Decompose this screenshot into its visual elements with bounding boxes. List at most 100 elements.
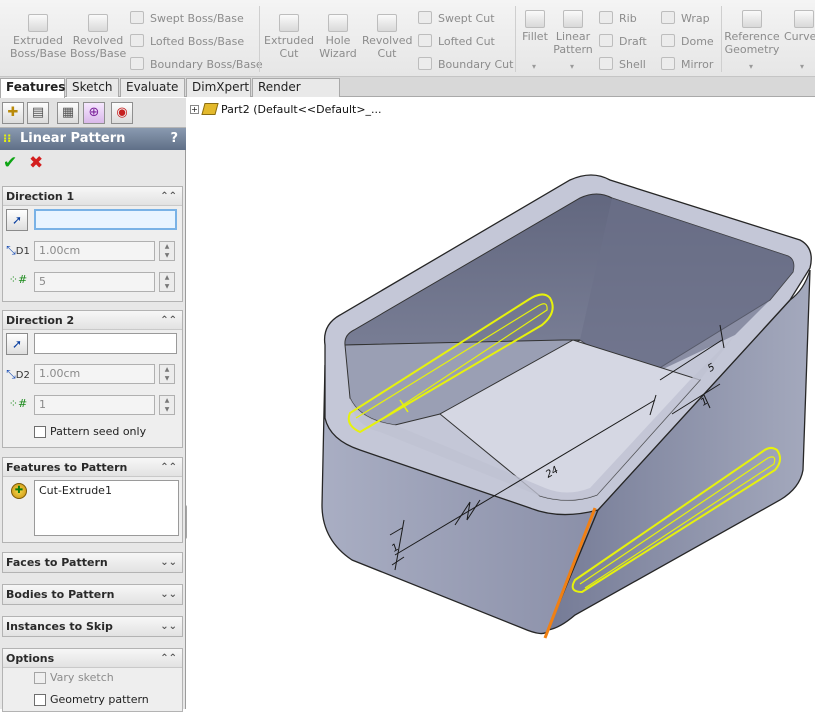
dimxpert-manager-icon[interactable]: ⊕ xyxy=(83,102,105,124)
faces-to-pattern-header[interactable]: Faces to Pattern ⌄⌄ xyxy=(3,553,182,572)
tab-sketch[interactable]: Sketch xyxy=(66,78,119,97)
expand-icon[interactable]: ⌄⌄ xyxy=(160,553,177,572)
panel-title-bar: ⁝⁝ Linear Pattern ? xyxy=(0,128,186,150)
options-header[interactable]: Options ⌃⌃ xyxy=(3,649,182,668)
instances-to-skip-header[interactable]: Instances to Skip ⌄⌄ xyxy=(3,617,182,636)
direction-2-instances-spinner[interactable]: ▲ ▼ xyxy=(159,395,175,415)
shell-button[interactable]: Shell xyxy=(599,57,646,72)
bodies-to-pattern-group: Bodies to Pattern ⌄⌄ xyxy=(2,584,183,605)
curves-icon xyxy=(794,10,814,28)
lofted-boss-button[interactable]: Lofted Boss/Base xyxy=(130,34,244,49)
lofted-cut-button[interactable]: Lofted Cut xyxy=(418,34,495,49)
features-to-pattern-header[interactable]: Features to Pattern ⌃⌃ xyxy=(3,458,182,477)
bodies-to-pattern-header[interactable]: Bodies to Pattern ⌄⌄ xyxy=(3,585,182,604)
collapse-icon[interactable]: ⌃⌃ xyxy=(160,649,177,668)
reference-geometry-button[interactable]: Reference Geometry xyxy=(724,10,780,56)
swept-cut-button[interactable]: Swept Cut xyxy=(418,11,495,26)
rib-button[interactable]: Rib xyxy=(599,11,637,26)
direction-2-reverse-button[interactable]: ➚ xyxy=(6,333,28,355)
faces-to-pattern-group: Faces to Pattern ⌄⌄ xyxy=(2,552,183,573)
direction-2-reference-field[interactable] xyxy=(34,333,177,354)
display-manager-icon[interactable]: ◉ xyxy=(111,102,133,124)
direction-2-header[interactable]: Direction 2 ⌃⌃ xyxy=(3,311,182,330)
boundary-cut-button[interactable]: Boundary Cut xyxy=(418,57,513,72)
boundary-boss-button[interactable]: Boundary Boss/Base xyxy=(130,57,263,72)
cancel-button[interactable]: ✖ xyxy=(29,154,43,172)
property-manager: ✚ ▤ ▦ ⊕ ◉ ⁝⁝ Linear Pattern ? ✔ ✖ Direct… xyxy=(0,98,186,712)
property-manager-icon[interactable]: ▤ xyxy=(27,102,49,124)
collapse-icon[interactable]: ⌃⌃ xyxy=(160,187,177,206)
draft-button[interactable]: Draft xyxy=(599,34,647,49)
revolved-cut-icon xyxy=(377,14,397,32)
direction-1-header[interactable]: Direction 1 ⌃⌃ xyxy=(3,187,182,206)
boundary-cut-icon xyxy=(418,57,432,70)
expand-icon[interactable]: ⌄⌄ xyxy=(160,585,177,604)
direction-1-reference-field[interactable] xyxy=(34,209,177,230)
curves-button[interactable]: Curves xyxy=(784,10,815,43)
feature-tree-icon[interactable]: ✚ xyxy=(2,102,24,124)
features-selection-icon: ✚ xyxy=(11,483,27,499)
tab-render-tools[interactable]: Render Tools xyxy=(252,78,340,111)
curves-dropdown-icon[interactable]: ▾ xyxy=(800,62,804,71)
wrap-button[interactable]: Wrap xyxy=(661,11,710,26)
reference-geometry-dropdown-icon[interactable]: ▾ xyxy=(749,62,753,71)
revolved-boss-icon xyxy=(88,14,108,32)
distance-icon: ⤡D2 xyxy=(6,367,30,381)
hole-wizard-icon xyxy=(328,14,348,32)
toolbar-separator xyxy=(259,6,260,72)
geometry-pattern-checkbox[interactable] xyxy=(34,694,46,706)
direction-1-instances-spinner[interactable]: ▲ ▼ xyxy=(159,272,175,292)
swept-boss-button[interactable]: Swept Boss/Base xyxy=(130,11,244,26)
mirror-button[interactable]: Mirror xyxy=(661,57,713,72)
shell-icon xyxy=(599,57,613,70)
extruded-boss-button[interactable]: Extruded Boss/Base xyxy=(10,14,66,60)
linear-pattern-icon xyxy=(563,10,583,28)
help-button[interactable]: ? xyxy=(170,128,178,150)
fillet-dropdown-icon[interactable]: ▾ xyxy=(532,62,536,71)
rib-icon xyxy=(599,11,613,24)
pattern-seed-only-checkbox[interactable] xyxy=(34,426,46,438)
tab-dimxpert[interactable]: DimXpert xyxy=(186,78,251,97)
extruded-cut-icon xyxy=(279,14,299,32)
tab-features[interactable]: Features xyxy=(0,78,65,98)
fillet-button[interactable]: Fillet xyxy=(519,10,551,43)
reference-geometry-icon xyxy=(742,10,762,28)
graphics-area[interactable]: + Part2 (Default<<Default>_... 24 5 1 1 xyxy=(187,98,815,709)
features-list[interactable]: Cut-Extrude1 xyxy=(34,480,179,536)
direction-2-instances-input[interactable]: 1 xyxy=(34,395,155,415)
extruded-cut-button[interactable]: Extruded Cut xyxy=(264,14,314,60)
instances-to-skip-group: Instances to Skip ⌄⌄ xyxy=(2,616,183,637)
direction-1-spacing-spinner[interactable]: ▲ ▼ xyxy=(159,241,175,261)
swept-cut-icon xyxy=(418,11,432,24)
geometry-pattern-label: Geometry pattern xyxy=(50,693,149,706)
direction-1-spacing-input[interactable]: 1.00cm xyxy=(34,241,155,261)
direction-1-reverse-button[interactable]: ➚ xyxy=(6,209,28,231)
direction-2-spacing-input[interactable]: 1.00cm xyxy=(34,364,155,384)
revolved-cut-button[interactable]: Revolved Cut xyxy=(362,14,412,60)
configuration-manager-icon[interactable]: ▦ xyxy=(57,102,79,124)
hole-wizard-button[interactable]: Hole Wizard xyxy=(316,14,360,60)
expand-icon[interactable]: ⌄⌄ xyxy=(160,617,177,636)
linear-pattern-button[interactable]: Linear Pattern xyxy=(553,10,593,56)
ok-button[interactable]: ✔ xyxy=(3,154,17,172)
model-view: 24 5 1 1 xyxy=(321,174,812,639)
revolved-boss-button[interactable]: Revolved Boss/Base xyxy=(70,14,126,60)
direction-1-instances-input[interactable]: 5 xyxy=(34,272,155,292)
panel-toolbar: ✚ ▤ ▦ ⊕ ◉ xyxy=(0,98,186,128)
wrap-icon xyxy=(661,11,675,24)
instances-icon: ⁘# xyxy=(8,397,28,410)
collapse-icon[interactable]: ⌃⌃ xyxy=(160,311,177,330)
linear-pattern-dropdown-icon[interactable]: ▾ xyxy=(570,62,574,71)
mirror-icon xyxy=(661,57,675,70)
vary-sketch-checkbox[interactable] xyxy=(34,672,46,684)
direction-2-spacing-spinner[interactable]: ▲ ▼ xyxy=(159,364,175,384)
list-item[interactable]: Cut-Extrude1 xyxy=(39,484,174,497)
collapse-icon[interactable]: ⌃⌃ xyxy=(160,458,177,477)
lofted-boss-icon xyxy=(130,34,144,47)
command-manager: Extruded Boss/Base Revolved Boss/Base Swep… xyxy=(0,0,815,77)
toolbar-separator xyxy=(721,6,722,72)
pattern-seed-only-label: Pattern seed only xyxy=(50,425,147,438)
tab-evaluate[interactable]: Evaluate xyxy=(120,78,185,97)
dome-button[interactable]: Dome xyxy=(661,34,714,49)
options-group: Options ⌃⌃ Vary sketch Geometry pattern xyxy=(2,648,183,712)
